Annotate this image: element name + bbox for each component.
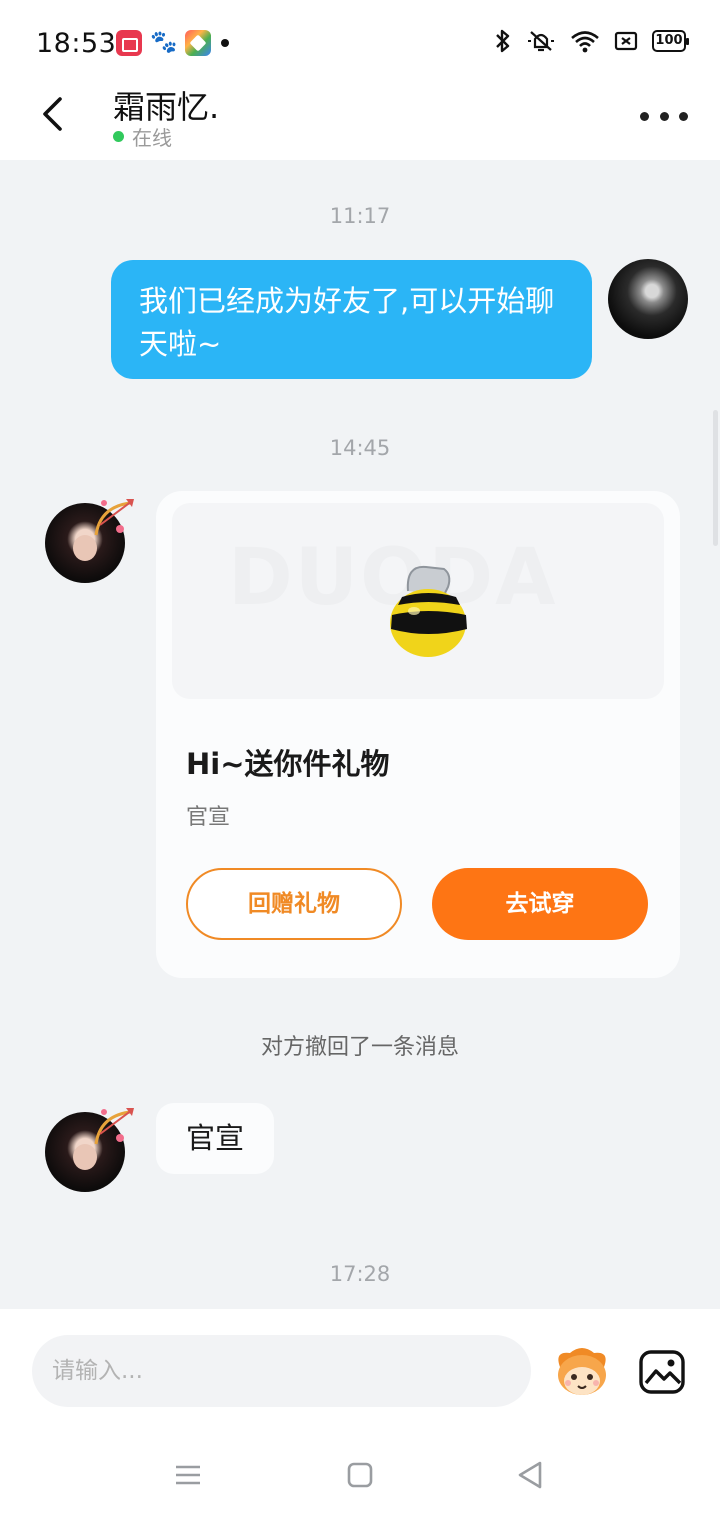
cupid-frame-icon [94,499,134,536]
nav-menu-button[interactable] [166,1453,210,1497]
message-input[interactable] [32,1335,531,1407]
paw-app-icon: 🐾 [150,30,178,55]
sim-icon [614,31,638,51]
cupid-frame-icon [94,1108,134,1145]
more-dot [659,111,669,121]
wifi-icon [571,31,599,53]
chat-header: 霜雨忆. 在线 [0,72,720,160]
status-icons: 100 [494,28,689,54]
timestamp: 14:45 [329,436,391,460]
bee-bag-icon [390,565,467,657]
gift-subtitle: 官宣 [186,805,231,830]
online-dot-icon [113,131,124,142]
emoji-face-icon [558,1348,606,1395]
home-square-icon [347,1462,373,1488]
recall-notice: 对方撤回了一条消息 [260,1035,459,1060]
gift-image: DUODA [172,503,664,699]
scrollbar[interactable] [713,410,718,546]
bluetooth-icon [496,29,510,53]
online-status-label: 在线 [132,126,172,150]
gallery-app-icon [185,30,211,56]
gift-title: Hi~送你件礼物 [186,747,390,781]
more-button[interactable] [640,98,688,134]
outgoing-message-bubble[interactable]: 我们已经成为好友了,可以开始聊天啦~ [111,260,592,379]
more-dot [679,111,688,121]
triangle-back-icon [518,1461,542,1489]
more-dots-icon [640,111,649,121]
battery-icon: 100 [652,30,689,52]
image-icon [639,1350,685,1394]
timestamp: 17:28 [329,1262,391,1286]
back-button[interactable] [28,88,80,140]
chevron-left-icon [43,97,62,131]
notification-dot-icon [221,39,229,47]
my-avatar[interactable] [608,259,688,339]
menu-icon [176,1465,200,1485]
nav-back-button[interactable] [508,1453,552,1497]
gift-card[interactable]: DUODA Hi~送你件礼物 官宣 回赠礼物 去试穿 [156,491,680,978]
emoji-button[interactable] [552,1345,612,1399]
try-on-button[interactable]: 去试穿 [432,868,648,940]
video-app-icon [116,30,142,56]
timestamp: 11:17 [329,204,391,228]
return-gift-button[interactable]: 回赠礼物 [186,868,402,940]
nav-home-button[interactable] [338,1453,382,1497]
online-status: 在线 [113,122,172,151]
incoming-message-bubble[interactable]: 官宣 [156,1103,274,1174]
input-bar [0,1309,720,1520]
image-button[interactable] [638,1349,686,1395]
mute-bell-icon [528,31,554,52]
status-time: 18:53 [36,28,117,59]
